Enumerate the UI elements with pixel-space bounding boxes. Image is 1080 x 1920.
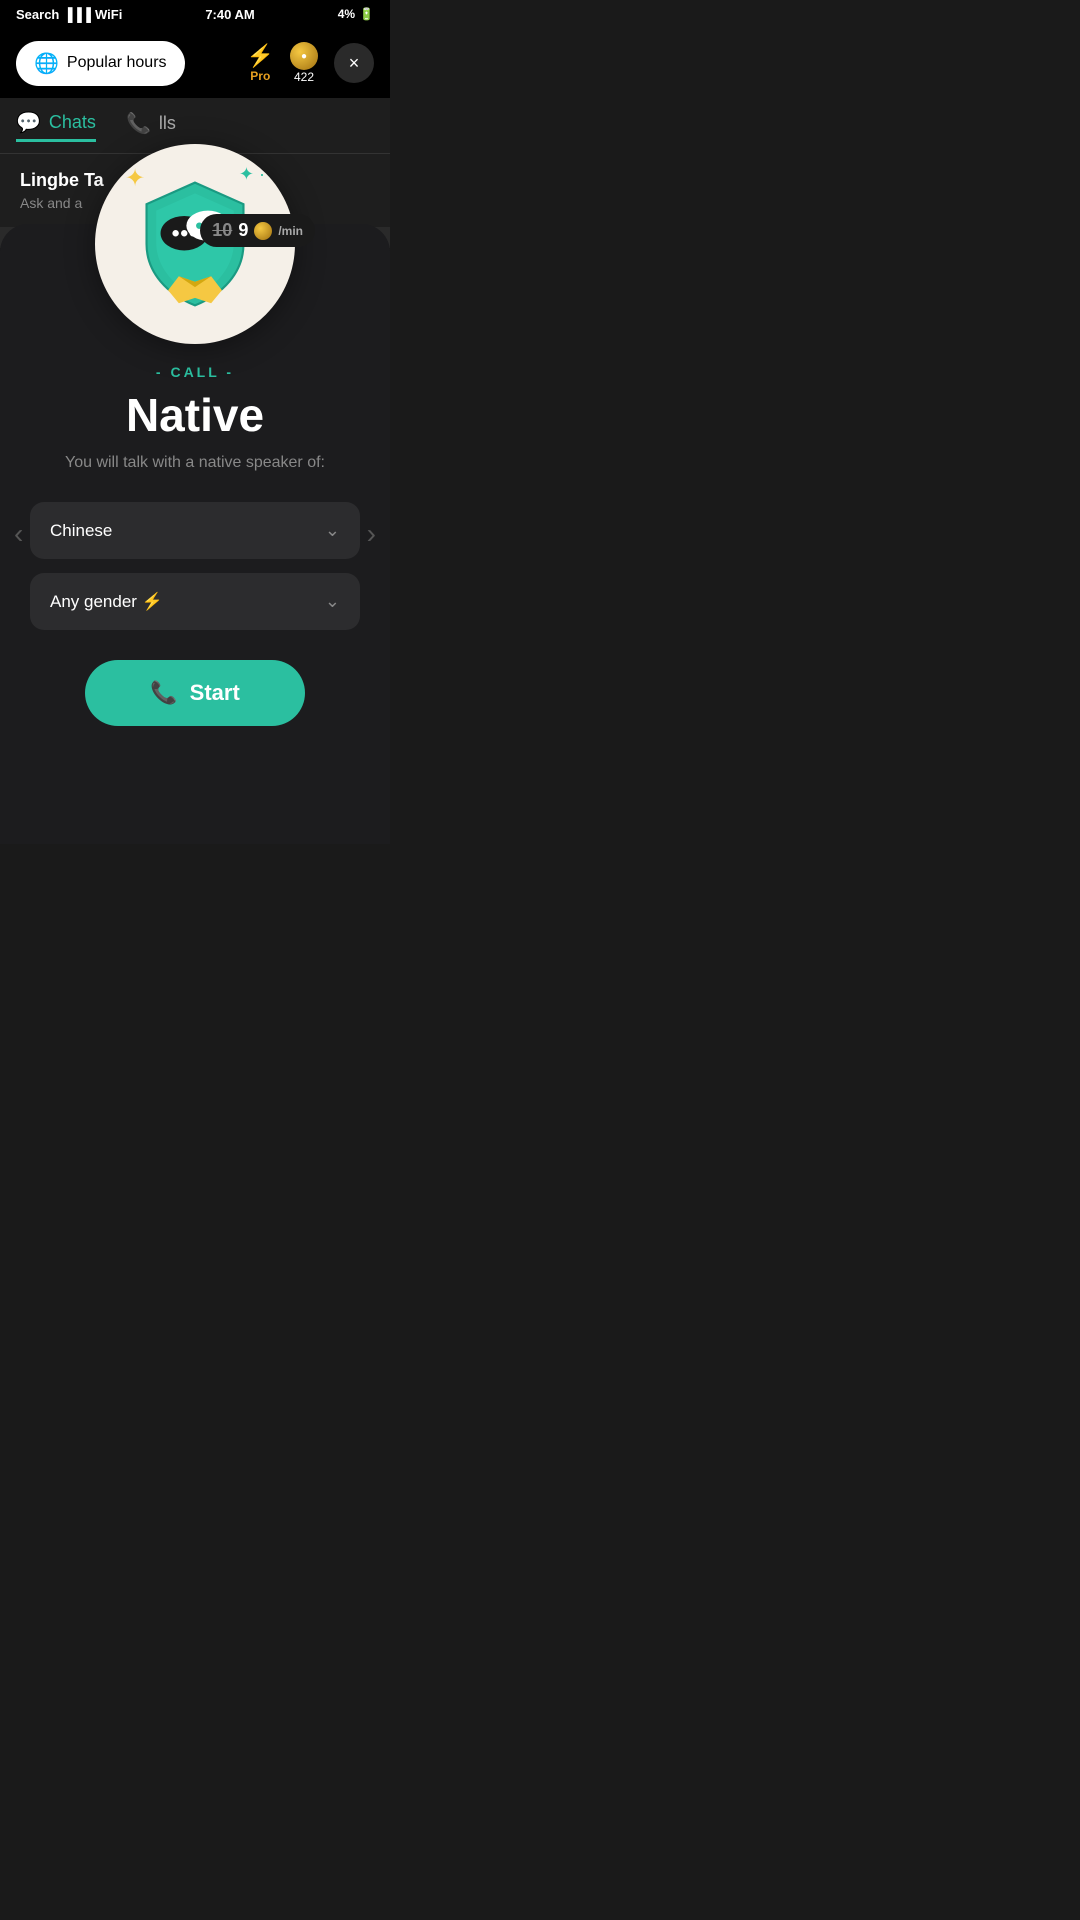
tab-chats[interactable]: 💬 Chats xyxy=(16,110,96,142)
gender-chevron-icon: ⌄ xyxy=(325,591,340,612)
modal-content: - CALL - Native You will talk with a nat… xyxy=(0,344,390,726)
status-left: Search ▐▐▐ WiFi xyxy=(16,7,122,22)
wifi-icon: WiFi xyxy=(95,7,122,22)
illustration-wrapper: ✦ ✦ · xyxy=(95,144,295,344)
start-button-label: Start xyxy=(190,680,240,706)
price-new: 9 xyxy=(238,220,248,241)
battery-percent: 4% xyxy=(338,7,355,21)
coin-count: 422 xyxy=(294,70,314,84)
popular-hours-button[interactable]: 🌐 Popular hours xyxy=(16,41,185,86)
per-min-label: /min xyxy=(278,224,303,238)
deco-dots-teal: ✦ · xyxy=(239,164,265,185)
language-dropdown[interactable]: Chinese ⌄ xyxy=(30,502,360,559)
tab-calls-label: lls xyxy=(159,113,176,134)
price-original: 10 xyxy=(212,220,232,241)
illustration-container: ✦ ✦ · xyxy=(0,144,390,344)
status-right: 4% 🔋 xyxy=(338,7,374,21)
time-display: 7:40 AM xyxy=(205,7,254,22)
deco-stars: ✦ xyxy=(125,164,145,193)
price-badge: 10 9 /min xyxy=(200,214,315,247)
top-right-icons: ⚡ Pro ● 422 × xyxy=(247,42,374,84)
close-icon: × xyxy=(349,53,360,74)
globe-icon: 🌐 xyxy=(34,51,59,76)
gender-dropdown[interactable]: Any gender ⚡ ⌄ xyxy=(30,573,360,630)
gender-selected: Any gender ⚡ xyxy=(50,592,163,612)
language-selected: Chinese xyxy=(50,521,112,541)
chat-icon: 💬 xyxy=(16,110,41,135)
call-label: - CALL - xyxy=(30,364,360,380)
phone-call-icon: 📞 xyxy=(150,680,177,706)
status-bar: Search ▐▐▐ WiFi 7:40 AM 4% 🔋 xyxy=(0,0,390,28)
modal-subtitle: You will talk with a native speaker of: xyxy=(30,454,360,472)
pro-label: Pro xyxy=(250,69,270,83)
pro-button[interactable]: ⚡ Pro xyxy=(247,43,274,83)
tab-calls[interactable]: 📞 lls xyxy=(126,111,176,140)
top-bar: 🌐 Popular hours ⚡ Pro ● 422 × xyxy=(0,28,390,98)
coin-small-icon xyxy=(254,222,272,240)
modal-sheet: ✦ ✦ · xyxy=(0,224,390,844)
lightning-icon: ⚡ xyxy=(247,43,274,69)
start-button[interactable]: 📞 Start xyxy=(85,660,305,726)
tab-chats-label: Chats xyxy=(49,112,96,133)
language-chevron-icon: ⌄ xyxy=(325,520,340,541)
coin-icon: ● xyxy=(290,42,318,70)
coin-button[interactable]: ● 422 xyxy=(290,42,318,84)
signal-icon: ▐▐▐ xyxy=(63,7,91,22)
battery-icon: 🔋 xyxy=(359,7,374,21)
popular-hours-label: Popular hours xyxy=(67,54,167,72)
close-button[interactable]: × xyxy=(334,43,374,83)
modal-title: Native xyxy=(30,388,360,442)
carrier-text: Search xyxy=(16,7,59,22)
nav-left-arrow[interactable]: ‹ xyxy=(14,518,23,550)
phone-icon: 📞 xyxy=(126,111,151,136)
nav-right-arrow[interactable]: › xyxy=(367,518,376,550)
